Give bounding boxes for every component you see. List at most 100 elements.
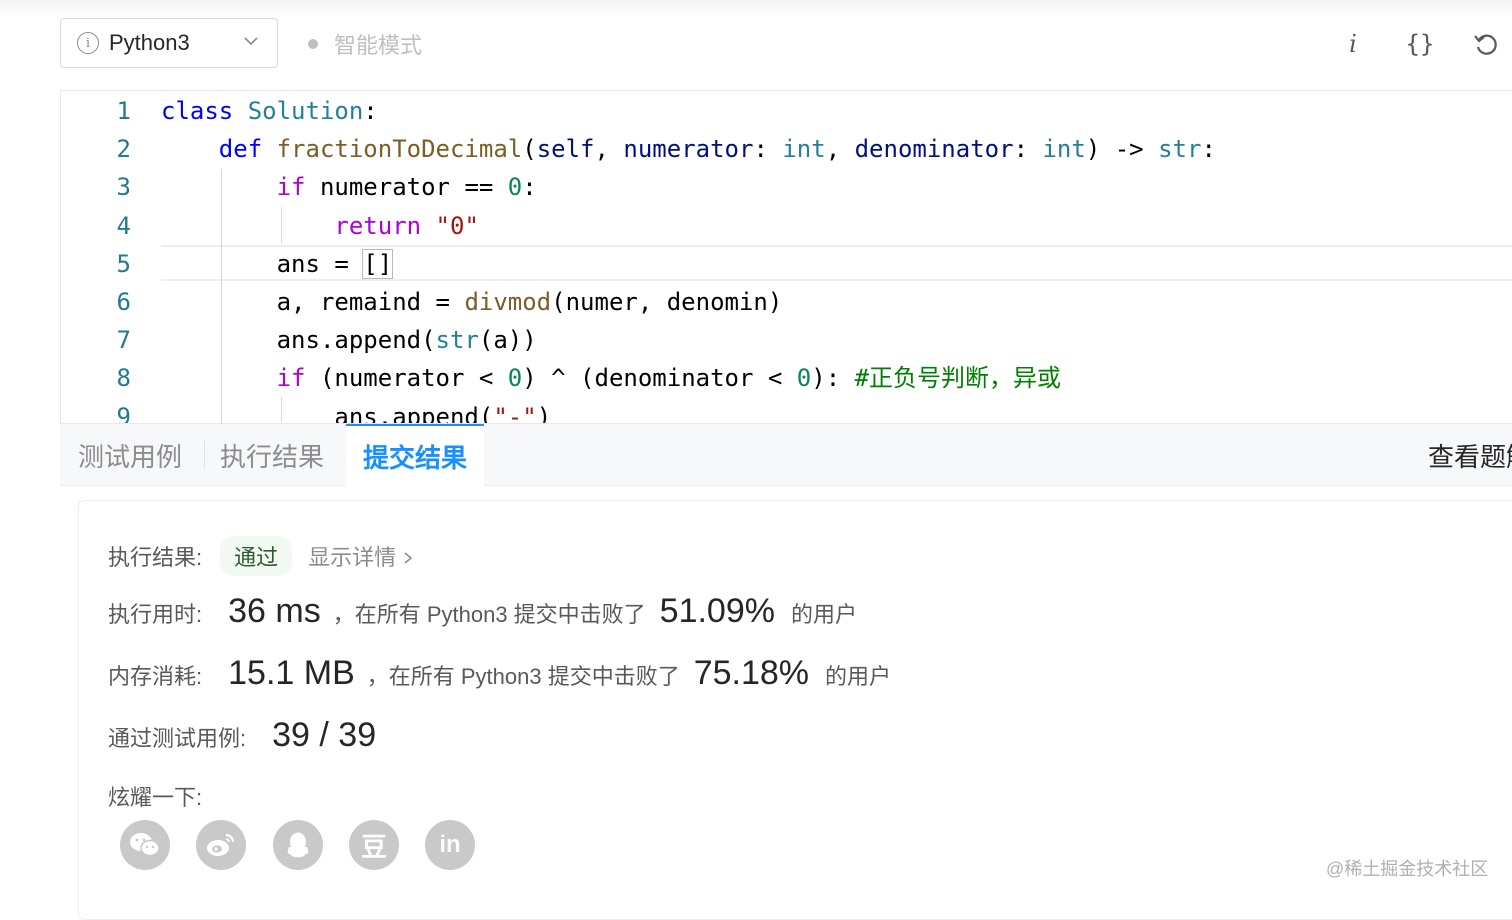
line-number: 3 <box>116 173 131 202</box>
code-token: #正负号判断，异或 <box>854 364 1062 393</box>
status-badge: 通过 <box>220 536 293 576</box>
show-details-label: 显示详情 <box>308 545 397 570</box>
code-token: ans = <box>161 249 364 278</box>
line-number: 7 <box>116 326 131 355</box>
share-qq-button[interactable] <box>273 820 323 870</box>
format-code-button[interactable]: {} <box>1402 26 1438 62</box>
code-area[interactable]: class Solution: def fractionToDecimal(se… <box>161 91 1512 423</box>
chevron-down-icon <box>244 37 258 46</box>
runtime-label: 执行用时: <box>108 602 203 627</box>
code-line: if (numerator < 0) ^ (denominator < 0): … <box>161 359 1061 397</box>
code-token: if <box>276 173 306 202</box>
testcases-row: 通过测试用例: 39 / 39 <box>108 716 376 755</box>
code-token: (numerator < <box>305 364 508 393</box>
code-token: int <box>782 135 826 164</box>
mode-label: 智能模式 <box>334 33 423 58</box>
qq-icon <box>287 832 309 858</box>
mode-dot-icon <box>308 39 318 49</box>
code-token: : <box>522 173 537 202</box>
runtime-percent: 51.09% <box>659 592 775 630</box>
line-number: 4 <box>116 211 131 240</box>
status-label: 执行结果: <box>108 545 203 570</box>
info-icon: i <box>77 32 99 54</box>
code-line: ans = [] <box>161 245 394 283</box>
line-number: 1 <box>116 97 131 125</box>
code-token: str <box>1158 135 1202 164</box>
memory-label: 内存消耗: <box>108 664 203 689</box>
code-line: return "0" <box>161 207 479 245</box>
smart-mode-toggle[interactable]: 智能模式 <box>308 28 422 60</box>
result-tabs: 测试用例 执行结果 提交结果 查看题解 <box>60 424 1512 486</box>
reset-icon <box>1474 34 1497 55</box>
wechat-icon <box>130 833 160 857</box>
code-token: ) <box>536 402 552 424</box>
code-token: return <box>334 211 422 240</box>
code-token: ( <box>522 135 537 164</box>
code-token: def <box>218 135 277 164</box>
code-token: numerator <box>623 135 754 164</box>
memory-text: ，在所有 Python3 提交中击败了 <box>366 664 680 689</box>
share-douban-button[interactable]: 豆 <box>349 820 399 870</box>
testcases-label: 通过测试用例: <box>108 726 247 751</box>
tab-run-result[interactable]: 执行结果 <box>220 424 324 486</box>
line-number: 2 <box>116 135 131 164</box>
code-line: a, remaind = divmod(numer, denomin) <box>161 283 783 321</box>
reset-code-button[interactable] <box>1468 26 1504 62</box>
code-token: class <box>161 97 248 125</box>
code-token: 0 <box>796 364 812 393</box>
code-token: ) -> <box>1085 135 1159 164</box>
line-number-gutter: 1 2 3 4 5 6 7 8 9 <box>61 91 161 423</box>
chevron-right-icon <box>404 552 413 564</box>
code-token: Solution <box>247 97 364 125</box>
code-token: int <box>1042 135 1086 164</box>
line-number: 5 <box>116 249 131 278</box>
code-token: numerator == <box>305 173 508 202</box>
line-number: 6 <box>116 288 131 316</box>
info-button[interactable]: i <box>1340 26 1366 62</box>
line-number: 8 <box>116 364 131 393</box>
code-token: if <box>276 364 306 393</box>
code-token: fractionToDecimal <box>276 135 523 164</box>
code-token: ans.append( <box>161 402 494 424</box>
code-editor[interactable]: 1 2 3 4 5 6 7 8 9 class Solution: def fractionTo… <box>60 90 1512 424</box>
top-bar-shadow <box>0 0 1512 18</box>
code-token: : <box>1013 135 1043 164</box>
code-line: if numerator == 0: <box>161 168 537 206</box>
memory-percent: 75.18% <box>693 654 810 692</box>
douban-icon: 豆 <box>360 831 387 862</box>
share-wechat-button[interactable] <box>120 820 170 870</box>
code-token: [] <box>362 248 394 279</box>
memory-value: 15.1 MB <box>228 654 355 692</box>
memory-suffix: 的用户 <box>825 664 892 689</box>
runtime-suffix: 的用户 <box>791 602 858 627</box>
code-token: "-" <box>493 402 537 424</box>
share-linkedin-button[interactable]: in <box>425 820 475 870</box>
code-token: ans.append( <box>161 326 436 355</box>
tab-submit-result[interactable]: 提交结果 <box>346 424 485 486</box>
code-token: : <box>363 97 378 125</box>
show-details-link[interactable]: 显示详情 <box>308 540 414 572</box>
code-token: ) ^ (denominator < <box>522 364 797 393</box>
linkedin-icon: in <box>439 831 461 858</box>
code-line: def fractionToDecimal(self, numerator: i… <box>161 130 1216 168</box>
code-token: divmod <box>464 288 552 316</box>
runtime-text: ，在所有 Python3 提交中击败了 <box>332 602 646 627</box>
status-row: 执行结果: 通过 显示详情 <box>108 536 414 576</box>
language-select[interactable]: i Python3 <box>60 18 278 68</box>
code-token: : <box>1201 135 1216 164</box>
code-line: ans.append("-") <box>161 398 552 424</box>
code-token: a, remaind = <box>161 288 465 316</box>
code-line: class Solution: <box>161 92 378 130</box>
share-weibo-button[interactable] <box>196 820 246 870</box>
share-row: 炫耀一下: <box>108 780 202 812</box>
code-token: 0 <box>507 173 523 202</box>
memory-row: 内存消耗: 15.1 MB ，在所有 Python3 提交中击败了 75.18%… <box>108 654 891 693</box>
tab-testcase[interactable]: 测试用例 <box>78 424 182 486</box>
code-token: "0" <box>435 211 479 240</box>
view-solution-link[interactable]: 查看题解 <box>1428 424 1512 486</box>
line-number: 9 <box>116 402 131 424</box>
